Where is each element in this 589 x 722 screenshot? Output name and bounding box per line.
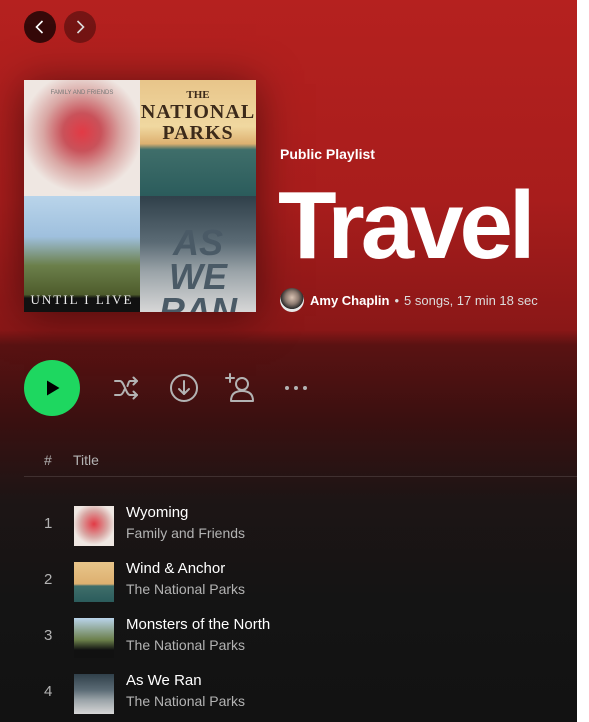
cover-tile-text: UNTIL I LIVE bbox=[30, 292, 134, 307]
playlist-stats: 5 songs, 17 min 18 sec bbox=[404, 292, 538, 308]
more-icon bbox=[285, 386, 307, 390]
add-user-button[interactable] bbox=[222, 370, 258, 406]
track-row[interactable]: 2 Wind & Anchor The National Parks bbox=[24, 556, 577, 606]
playlist-title[interactable]: Travel bbox=[278, 168, 536, 283]
playlist-type: Public Playlist bbox=[280, 146, 375, 162]
more-options-button[interactable] bbox=[278, 370, 314, 406]
playlist-meta: Amy Chaplin • 5 songs, 17 min 18 sec bbox=[280, 288, 538, 312]
track-artist[interactable]: The National Parks bbox=[126, 581, 245, 597]
owner-link[interactable]: Amy Chaplin bbox=[310, 293, 389, 308]
track-title[interactable]: Monsters of the North bbox=[126, 616, 270, 633]
download-button[interactable] bbox=[166, 370, 202, 406]
track-number: 3 bbox=[44, 627, 53, 644]
add-user-icon bbox=[225, 373, 254, 402]
track-title[interactable]: Wyoming bbox=[126, 504, 188, 521]
track-title[interactable]: Wind & Anchor bbox=[126, 560, 225, 577]
owner-avatar bbox=[280, 288, 304, 312]
track-row[interactable]: 3 Monsters of the North The National Par… bbox=[24, 612, 577, 662]
track-title[interactable]: As We Ran bbox=[126, 672, 202, 689]
forward-button[interactable] bbox=[64, 11, 96, 43]
chevron-left-icon bbox=[35, 20, 44, 34]
chevron-right-icon bbox=[76, 20, 85, 34]
track-row[interactable]: 4 As We Ran The National Parks bbox=[24, 668, 577, 718]
cover-tile-text: THE NATIONAL PARKS bbox=[140, 89, 256, 144]
shuffle-icon bbox=[114, 376, 138, 400]
column-title[interactable]: Title bbox=[73, 452, 99, 468]
column-number: # bbox=[44, 452, 52, 468]
track-number: 1 bbox=[44, 515, 53, 532]
tracklist-header: # Title bbox=[24, 450, 577, 477]
cover-tile-as-we-ran: AS WE RAN bbox=[140, 196, 256, 312]
track-artist[interactable]: Family and Friends bbox=[126, 525, 245, 541]
cover-tile-until-i-live: UNTIL I LIVE bbox=[24, 196, 140, 312]
playlist-page: FAMILY AND FRIENDS THE NATIONAL PARKS UN… bbox=[0, 0, 577, 722]
track-artist[interactable]: The National Parks bbox=[126, 637, 245, 653]
track-number: 2 bbox=[44, 571, 53, 588]
back-button[interactable] bbox=[24, 11, 56, 43]
cover-tile-text: AS WE RAN bbox=[159, 222, 237, 312]
track-artwork bbox=[74, 562, 114, 602]
track-artwork bbox=[74, 674, 114, 714]
cover-tile-wyoming: FAMILY AND FRIENDS bbox=[24, 80, 140, 196]
track-number: 4 bbox=[44, 683, 53, 700]
cover-tile-text: FAMILY AND FRIENDS bbox=[50, 90, 114, 96]
play-button[interactable] bbox=[24, 360, 80, 416]
playlist-cover[interactable]: FAMILY AND FRIENDS THE NATIONAL PARKS UN… bbox=[24, 80, 256, 312]
track-artwork bbox=[74, 618, 114, 658]
cover-tile-wind-anchor: THE NATIONAL PARKS bbox=[140, 80, 256, 196]
play-icon bbox=[47, 380, 60, 396]
track-artist[interactable]: The National Parks bbox=[126, 693, 245, 709]
download-icon bbox=[170, 374, 198, 402]
track-artwork bbox=[74, 506, 114, 546]
meta-separator: • bbox=[394, 292, 400, 308]
track-row[interactable]: 1 Wyoming Family and Friends bbox=[24, 500, 577, 550]
shuffle-button[interactable] bbox=[110, 370, 146, 406]
